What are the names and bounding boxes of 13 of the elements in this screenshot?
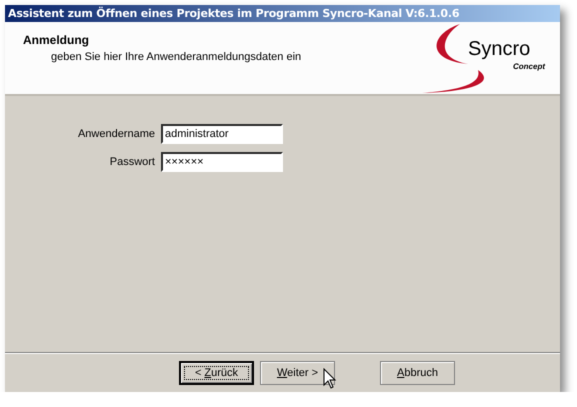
logo-tagline: Concept	[513, 62, 545, 71]
window-title: Assistent zum Öffnen eines Projektes im Programm Syncro-Kanal V:6.1.0.6	[8, 7, 460, 20]
field-label: Anwendername	[78, 128, 155, 140]
input-field[interactable]: administrator	[161, 124, 283, 144]
field-label: Passwort	[110, 156, 155, 168]
page-title: Anmeldung	[23, 33, 90, 47]
wizard-button[interactable]: < Zurück	[179, 361, 254, 385]
page-subtitle: geben Sie hier Ihre Anwenderanmeldungsdaten ein	[50, 51, 302, 63]
input-field[interactable]: ××××××	[161, 152, 283, 172]
wizard-button[interactable]: Weiter >	[260, 361, 335, 385]
mouse-pointer-icon	[323, 368, 337, 390]
logo-text: Syncro	[468, 38, 530, 61]
wizard-button[interactable]: Abbruch	[380, 361, 455, 385]
